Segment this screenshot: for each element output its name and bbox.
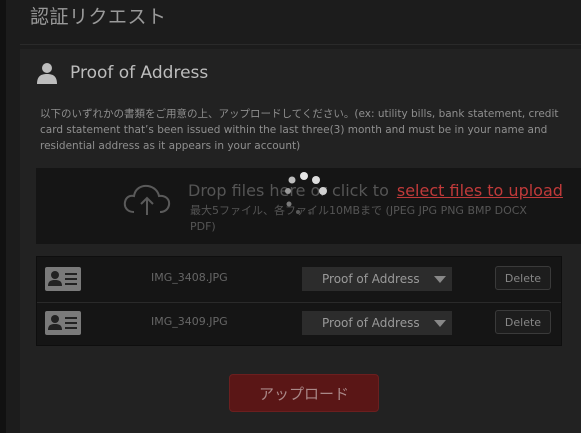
chevron-down-icon (434, 275, 446, 283)
dropzone-limits: 最大5ファイル、各ファイル10MBまで (JPEG JPG PNG BMP DO… (190, 204, 527, 233)
section-title: Proof of Address (70, 63, 209, 83)
dropzone-prompt: Drop files here or click toselect files … (188, 181, 563, 200)
chevron-down-icon (434, 319, 446, 327)
id-card-icon (45, 311, 81, 339)
page-title: 認証リクエスト (30, 6, 167, 28)
title-divider (20, 44, 581, 45)
uploaded-files-list: IMG_3408.JPG Proof of Address Delete IMG… (36, 256, 562, 346)
loading-spinner-icon (285, 172, 327, 215)
instructions-text: 以下のいずれかの書類をご用意の上、アップロードしてください。(ex: utili… (40, 108, 559, 152)
left-edge (0, 0, 6, 433)
delete-button[interactable]: Delete (495, 310, 551, 334)
id-card-icon (45, 267, 81, 295)
document-type-select[interactable]: Proof of Address (302, 267, 452, 291)
document-type-value: Proof of Address (322, 316, 420, 330)
document-type-select[interactable]: Proof of Address (302, 311, 452, 335)
upload-button[interactable]: アップロード (229, 374, 379, 412)
file-name: IMG_3409.JPG (151, 315, 228, 328)
file-row: IMG_3408.JPG Proof of Address Delete (37, 260, 561, 300)
person-icon (36, 62, 58, 84)
select-files-link[interactable]: select files to upload (397, 181, 563, 200)
file-row: IMG_3409.JPG Proof of Address Delete (37, 304, 561, 344)
file-name: IMG_3408.JPG (151, 271, 228, 284)
row-divider (37, 302, 561, 303)
cloud-upload-icon (122, 182, 172, 222)
section-header: Proof of Address (36, 62, 208, 84)
document-type-value: Proof of Address (322, 272, 420, 286)
delete-button[interactable]: Delete (495, 266, 551, 290)
